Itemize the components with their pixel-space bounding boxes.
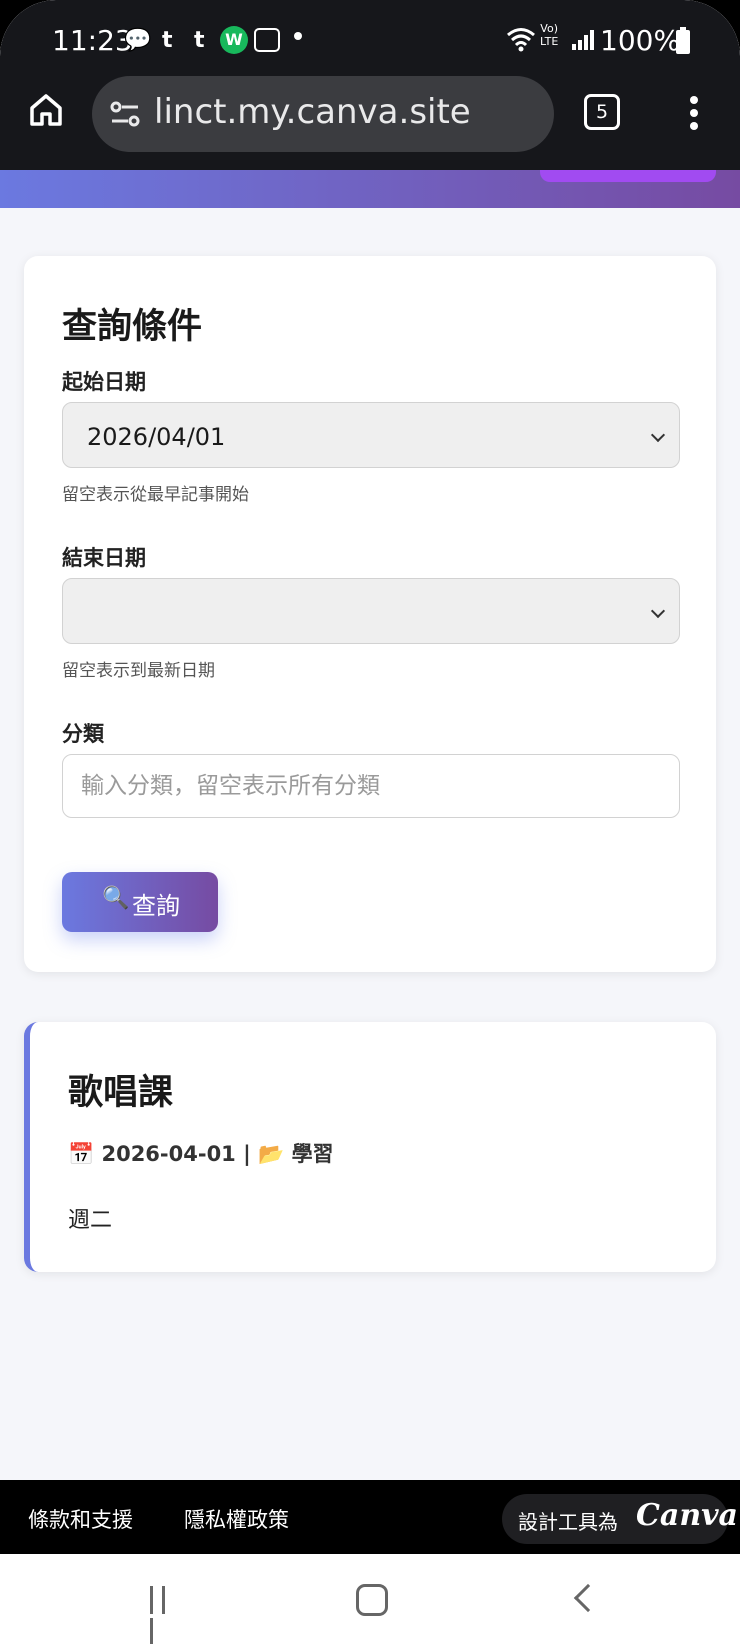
status-time: 11:23: [52, 24, 133, 57]
browser-toolbar: linct.my.canva.site 5: [0, 76, 740, 156]
start-date-hint: 留空表示從最早記事開始: [62, 485, 249, 505]
made-with-canva-badge[interactable]: 設計工具為 Canva: [502, 1494, 738, 1544]
battery-icon: [676, 27, 690, 54]
tab-switcher-button[interactable]: 5: [584, 94, 620, 130]
entry-meta: 📅 2026-04-01 | 📂 學習: [68, 1138, 334, 1168]
address-bar[interactable]: linct.my.canva.site: [92, 76, 554, 152]
chevron-down-icon: [650, 427, 666, 443]
wifi-icon: [507, 28, 535, 52]
more-notifications-dot-icon: [294, 32, 302, 40]
journal-entry-card[interactable]: 歌唱課 📅 2026-04-01 | 📂 學習 週二: [24, 1022, 716, 1272]
system-navigation-bar: [0, 1554, 740, 1644]
entry-title: 歌唱課: [68, 1073, 174, 1113]
start-date-label: 起始日期: [62, 370, 146, 394]
recent-apps-icon[interactable]: [150, 1586, 182, 1644]
header-action-button[interactable]: [540, 170, 716, 182]
phone-screen: 11:23 💬 t t W Vo) LTE 100% linct.my.canv…: [0, 0, 740, 1644]
site-settings-icon[interactable]: [108, 98, 142, 130]
webtoon-notification-icon: W: [220, 26, 248, 54]
tumblr-notification-icon: t: [162, 28, 173, 53]
tumblr-notification-icon-2: t: [194, 28, 205, 53]
meta-separator: |: [243, 1142, 251, 1166]
back-icon[interactable]: [573, 1583, 603, 1613]
end-date-hint: 留空表示到最新日期: [62, 661, 215, 681]
site-footer: 條款和支援 隱私權政策 設計工具為 Canva: [0, 1480, 740, 1554]
canva-logo: Canva: [636, 1498, 738, 1533]
search-button[interactable]: 🔍 查詢: [62, 872, 218, 932]
wallet-notification-icon: [254, 28, 280, 52]
start-date-select[interactable]: 2026/04/01: [62, 402, 680, 468]
end-date-label: 結束日期: [62, 546, 146, 570]
end-date-select[interactable]: [62, 578, 680, 644]
search-icon: 🔍: [102, 886, 130, 911]
category-input[interactable]: [62, 754, 680, 818]
category-label: 分類: [62, 722, 104, 746]
folder-icon: 📂: [258, 1142, 285, 1166]
home-button-icon[interactable]: [356, 1584, 388, 1616]
query-card-title: 查詢條件: [62, 307, 203, 347]
privacy-link[interactable]: 隱私權政策: [184, 1504, 289, 1534]
home-icon[interactable]: [26, 90, 66, 130]
entry-date: 2026-04-01: [101, 1142, 236, 1166]
made-with-text: 設計工具為: [518, 1510, 618, 1534]
browser-chrome: 11:23 💬 t t W Vo) LTE 100% linct.my.canv…: [0, 0, 740, 170]
browser-menu-icon[interactable]: [686, 96, 702, 132]
terms-link[interactable]: 條款和支援: [28, 1504, 133, 1534]
search-button-label: 查詢: [132, 892, 180, 920]
signal-strength-icon: [572, 30, 596, 50]
query-card: 查詢條件 起始日期 2026/04/01 留空表示從最早記事開始 結束日期 留空…: [24, 256, 716, 972]
battery-percentage: 100%: [600, 24, 681, 57]
calendar-icon: 📅: [68, 1142, 95, 1166]
start-date-value: 2026/04/01: [87, 423, 226, 451]
chevron-down-icon: [650, 603, 666, 619]
url-text[interactable]: linct.my.canva.site: [154, 92, 471, 132]
entry-category: 學習: [291, 1142, 334, 1166]
status-bar: 11:23 💬 t t W Vo) LTE 100%: [0, 18, 740, 64]
entry-description: 週二: [68, 1208, 113, 1233]
volte-indicator: Vo) LTE: [540, 22, 559, 48]
chat-notification-icon: 💬: [124, 28, 152, 53]
